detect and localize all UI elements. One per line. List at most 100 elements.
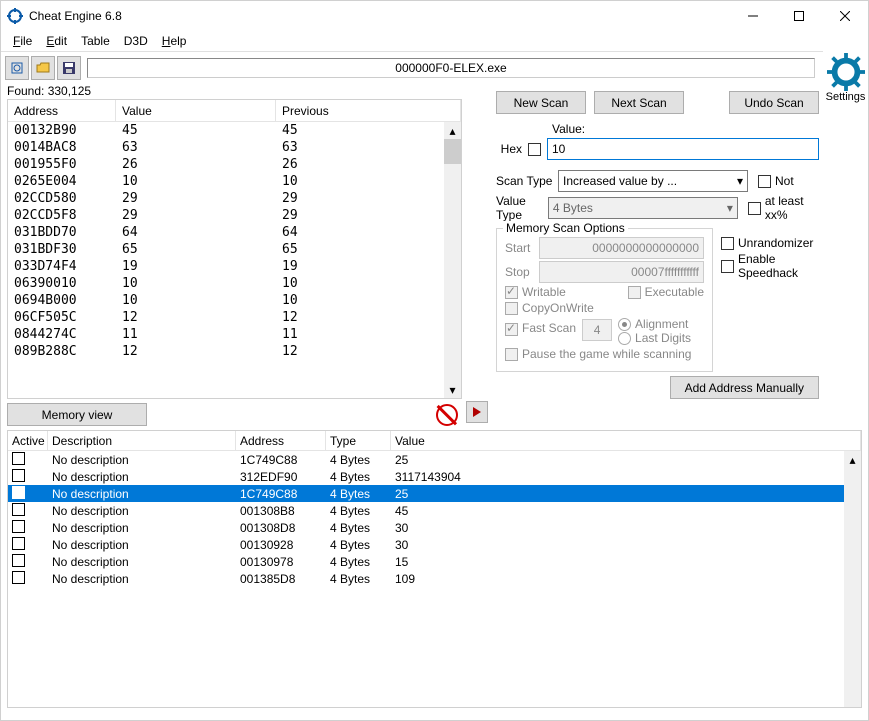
unrandomizer-checkbox[interactable] xyxy=(721,237,734,250)
results-row[interactable]: 0014BAC86363 xyxy=(8,139,461,156)
alignment-radio[interactable] xyxy=(618,318,631,331)
active-checkbox[interactable] xyxy=(12,571,25,584)
results-row[interactable]: 06CF505C1212 xyxy=(8,309,461,326)
scan-type-label: Scan Type xyxy=(496,174,558,188)
new-scan-button[interactable]: New Scan xyxy=(496,91,586,114)
fastscan-checkbox[interactable] xyxy=(505,323,518,336)
active-checkbox[interactable] xyxy=(12,486,25,499)
hex-label: Hex xyxy=(496,142,522,156)
menu-bar: File Edit Table D3D Help xyxy=(1,31,868,51)
col-address[interactable]: Address xyxy=(8,100,116,121)
value-type-label: Value Type xyxy=(496,194,548,222)
results-row[interactable]: 0265E0041010 xyxy=(8,173,461,190)
results-row[interactable]: 0844274C1111 xyxy=(8,326,461,343)
fastscan-value[interactable] xyxy=(582,319,612,341)
results-grid[interactable]: Address Value Previous 00132B9045450014B… xyxy=(7,99,462,399)
value-label: Value: xyxy=(552,122,585,136)
gear-icon[interactable] xyxy=(827,53,865,91)
results-row[interactable]: 033D74F41919 xyxy=(8,258,461,275)
col-value[interactable]: Value xyxy=(116,100,276,121)
address-row[interactable]: No description001308B84 Bytes45 xyxy=(8,502,861,519)
save-button[interactable] xyxy=(57,56,81,80)
scroll-up-icon[interactable]: ▴ xyxy=(444,122,461,139)
open-file-button[interactable] xyxy=(31,56,55,80)
address-row[interactable]: No description001308D84 Bytes30 xyxy=(8,519,861,536)
scroll-down-icon[interactable]: ▾ xyxy=(444,381,461,398)
menu-table[interactable]: Table xyxy=(75,33,116,49)
window-title: Cheat Engine 6.8 xyxy=(29,9,730,23)
close-button[interactable] xyxy=(822,1,868,31)
menu-file[interactable]: File xyxy=(7,33,38,49)
results-row[interactable]: 001955F02626 xyxy=(8,156,461,173)
maximize-button[interactable] xyxy=(776,1,822,31)
pause-checkbox[interactable] xyxy=(505,348,518,361)
col-value2[interactable]: Value xyxy=(391,431,861,450)
hex-checkbox[interactable] xyxy=(528,143,541,156)
results-row[interactable]: 031BDF306565 xyxy=(8,241,461,258)
address-row[interactable]: No description001309784 Bytes15 xyxy=(8,553,861,570)
value-type-select[interactable]: 4 Bytes▾ xyxy=(548,197,738,219)
col-address2[interactable]: Address xyxy=(236,431,326,450)
results-row[interactable]: 02CCD5F82929 xyxy=(8,207,461,224)
address-list-scrollbar[interactable]: ▴ xyxy=(844,451,861,707)
col-type[interactable]: Type xyxy=(326,431,391,450)
undo-scan-button[interactable]: Undo Scan xyxy=(729,91,819,114)
next-scan-button[interactable]: Next Scan xyxy=(594,91,684,114)
start-label: Start xyxy=(505,241,539,255)
atleast-checkbox[interactable] xyxy=(748,202,761,215)
stop-input[interactable] xyxy=(539,261,704,283)
address-row[interactable]: No description1C749C884 Bytes25 xyxy=(8,451,861,468)
clear-list-icon[interactable] xyxy=(436,404,458,426)
not-checkbox[interactable] xyxy=(758,175,771,188)
memopt-legend: Memory Scan Options xyxy=(503,221,628,235)
toolbar: 000000F0-ELEX.exe xyxy=(1,51,823,83)
chevron-down-icon: ▾ xyxy=(737,174,743,188)
memory-scan-options: Memory Scan Options Start Stop Writable … xyxy=(496,228,713,372)
results-header: Address Value Previous xyxy=(8,100,461,122)
add-to-list-button[interactable] xyxy=(466,401,488,423)
scroll-up-icon[interactable]: ▴ xyxy=(844,451,861,468)
menu-edit[interactable]: Edit xyxy=(40,33,73,49)
active-checkbox[interactable] xyxy=(12,520,25,533)
address-row[interactable]: No description001385D84 Bytes109 xyxy=(8,570,861,587)
results-row[interactable]: 031BDD706464 xyxy=(8,224,461,241)
start-input[interactable] xyxy=(539,237,704,259)
address-row[interactable]: No description312EDF904 Bytes3117143904 xyxy=(8,468,861,485)
memory-view-button[interactable]: Memory view xyxy=(7,403,147,426)
results-row[interactable]: 089B288C1212 xyxy=(8,343,461,360)
col-description[interactable]: Description xyxy=(48,431,236,450)
results-row[interactable]: 0694B0001010 xyxy=(8,292,461,309)
menu-help[interactable]: Help xyxy=(156,33,193,49)
open-process-button[interactable] xyxy=(5,56,29,80)
sidebar-logo: Settings xyxy=(823,51,868,426)
col-active[interactable]: Active xyxy=(8,431,48,450)
active-checkbox[interactable] xyxy=(12,452,25,465)
writable-checkbox[interactable] xyxy=(505,286,518,299)
active-checkbox[interactable] xyxy=(12,469,25,482)
active-checkbox[interactable] xyxy=(12,503,25,516)
minimize-button[interactable] xyxy=(730,1,776,31)
speedhack-checkbox[interactable] xyxy=(721,260,734,273)
value-input[interactable] xyxy=(547,138,819,160)
process-name: 000000F0-ELEX.exe xyxy=(87,58,815,78)
cow-checkbox[interactable] xyxy=(505,302,518,315)
chevron-down-icon: ▾ xyxy=(727,201,733,215)
found-label: Found: 330,125 xyxy=(7,83,462,99)
results-scrollbar[interactable]: ▴ ▾ xyxy=(444,122,461,398)
col-previous[interactable]: Previous xyxy=(276,100,461,121)
active-checkbox[interactable] xyxy=(12,554,25,567)
executable-checkbox[interactable] xyxy=(628,286,641,299)
address-row[interactable]: No description1C749C884 Bytes25 xyxy=(8,485,861,502)
scroll-thumb[interactable] xyxy=(444,139,461,164)
address-row[interactable]: No description001309284 Bytes30 xyxy=(8,536,861,553)
scan-type-select[interactable]: Increased value by ...▾ xyxy=(558,170,748,192)
menu-d3d[interactable]: D3D xyxy=(118,33,154,49)
results-row[interactable]: 02CCD5802929 xyxy=(8,190,461,207)
lastdigits-radio[interactable] xyxy=(618,332,631,345)
results-row[interactable]: 063900101010 xyxy=(8,275,461,292)
active-checkbox[interactable] xyxy=(12,537,25,550)
add-address-manually-button[interactable]: Add Address Manually xyxy=(670,376,819,399)
settings-label[interactable]: Settings xyxy=(826,91,866,103)
address-list[interactable]: Active Description Address Type Value No… xyxy=(7,430,862,708)
results-row[interactable]: 00132B904545 xyxy=(8,122,461,139)
